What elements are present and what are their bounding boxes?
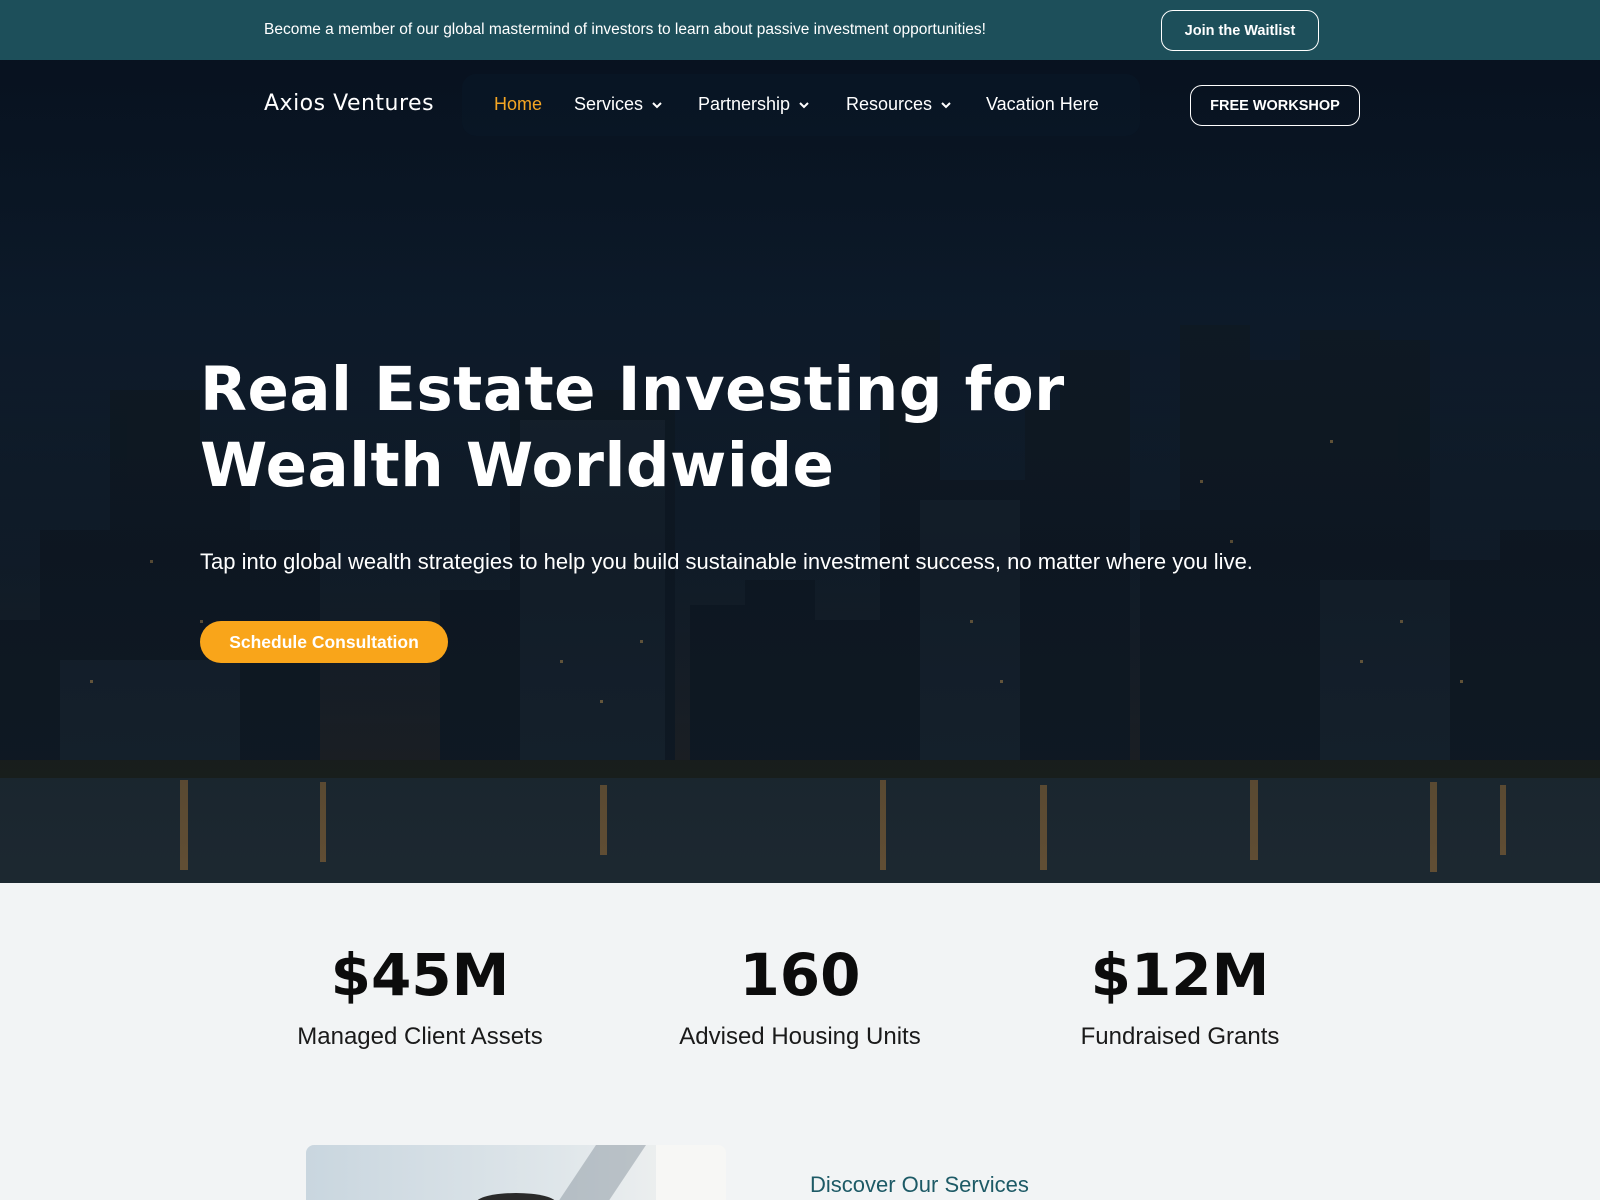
services-image [306,1145,726,1200]
stat-managed-client-assets: $45M Managed Client Assets [230,940,610,1051]
announcement-bar: Become a member of our global mastermind… [0,0,1600,60]
nav-home-label: Home [494,94,543,114]
hero-title: Real Estate Investing for Wealth Worldwi… [200,354,1065,501]
services-photo-art [477,1145,726,1200]
stat-advised-housing-units: 160 Advised Housing Units [610,940,990,1051]
stat-label: Managed Client Assets [297,1023,543,1050]
announcement-text: Become a member of our global mastermind… [264,21,986,38]
nav-services[interactable]: Services [574,94,663,115]
nav-partnership-label: Partnership [698,94,791,114]
stat-value: $45M [330,941,510,1009]
nav-partnership[interactable]: Partnership [698,94,810,115]
chevron-down-icon [652,101,662,108]
nav-home[interactable]: Home [494,94,542,115]
nav-resources-label: Resources [846,94,933,114]
site-logo[interactable]: Axios Ventures [264,91,434,116]
free-workshop-button[interactable]: FREE WORKSHOP [1190,85,1360,126]
schedule-consultation-button[interactable]: Schedule Consultation [200,621,448,663]
nav-vacation-here[interactable]: Vacation Here [986,94,1099,115]
stat-label: Advised Housing Units [679,1023,921,1050]
nav-services-label: Services [574,94,644,114]
chevron-down-icon [941,101,951,108]
services-heading: Discover Our Services [810,1172,1029,1197]
hero-section: Axios Ventures Home Services Partnership… [0,60,1600,883]
nav-resources[interactable]: Resources [846,94,952,115]
join-waitlist-button[interactable]: Join the Waitlist [1161,10,1319,51]
stat-label: Fundraised Grants [1080,1023,1280,1050]
chevron-down-icon [799,101,809,108]
hero-subtitle: Tap into global wealth strategies to hel… [200,549,1253,574]
nav-vacation-here-label: Vacation Here [986,94,1099,114]
stat-fundraised-grants: $12M Fundraised Grants [990,940,1370,1051]
stat-value: $12M [1090,941,1270,1009]
stat-value: 160 [739,941,861,1009]
